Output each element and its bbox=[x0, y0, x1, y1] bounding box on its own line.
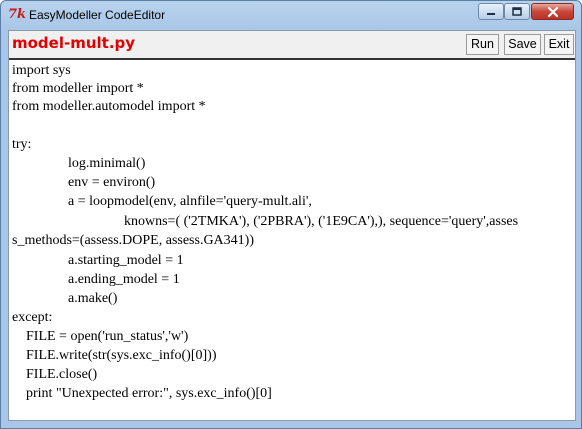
save-button[interactable]: Save bbox=[504, 34, 541, 55]
code-line: FILE.close() bbox=[12, 367, 98, 382]
close-button[interactable] bbox=[531, 3, 574, 20]
window-title: EasyModeller CodeEditor bbox=[29, 8, 166, 22]
title-bar[interactable]: 7k EasyModeller CodeEditor bbox=[1, 1, 581, 29]
filename-label: model-mult.py bbox=[12, 34, 136, 52]
code-editor[interactable]: import sys from modeller import * from m… bbox=[9, 58, 575, 420]
run-button[interactable]: Run bbox=[466, 34, 499, 55]
code-line: a.make() bbox=[12, 291, 118, 306]
code-line: s_methods=(assess.DOPE, assess.GA341)) bbox=[12, 233, 254, 248]
code-line: a = loopmodel(env, alnfile='query-mult.a… bbox=[12, 194, 312, 209]
maximize-icon bbox=[512, 6, 522, 16]
code-line: log.minimal() bbox=[12, 156, 146, 171]
editor-panel: model-mult.py Run Save Exit import sys f… bbox=[8, 30, 576, 421]
maximize-button[interactable] bbox=[504, 3, 530, 20]
code-line: knowns=( ('2TMKA'), ('2PBRA'), ('1E9CA')… bbox=[12, 214, 519, 229]
code-line: a.starting_model = 1 bbox=[12, 253, 184, 268]
code-line: import sys bbox=[12, 63, 71, 78]
code-line: except: bbox=[12, 310, 53, 325]
code-line: FILE.write(str(sys.exc_info()[0])) bbox=[12, 348, 217, 363]
code-line: from modeller import * bbox=[12, 81, 144, 96]
code-line: print "Unexpected error:", sys.exc_info(… bbox=[12, 386, 272, 401]
code-line: FILE = open('run_status','w') bbox=[12, 329, 189, 344]
code-line: env = environ() bbox=[12, 175, 156, 190]
code-line: try: bbox=[12, 137, 32, 152]
app-window: 7k EasyModeller CodeEditor model-mult.py… bbox=[0, 0, 582, 429]
exit-button[interactable]: Exit bbox=[544, 34, 574, 55]
minimize-button[interactable] bbox=[478, 3, 504, 20]
close-icon bbox=[547, 6, 558, 17]
minimize-icon bbox=[487, 12, 495, 15]
code-line: from modeller.automodel import * bbox=[12, 99, 206, 114]
tk-feather-icon: 7k bbox=[8, 7, 27, 22]
editor-header: model-mult.py Run Save Exit bbox=[9, 31, 575, 57]
code-line: a.ending_model = 1 bbox=[12, 272, 180, 287]
